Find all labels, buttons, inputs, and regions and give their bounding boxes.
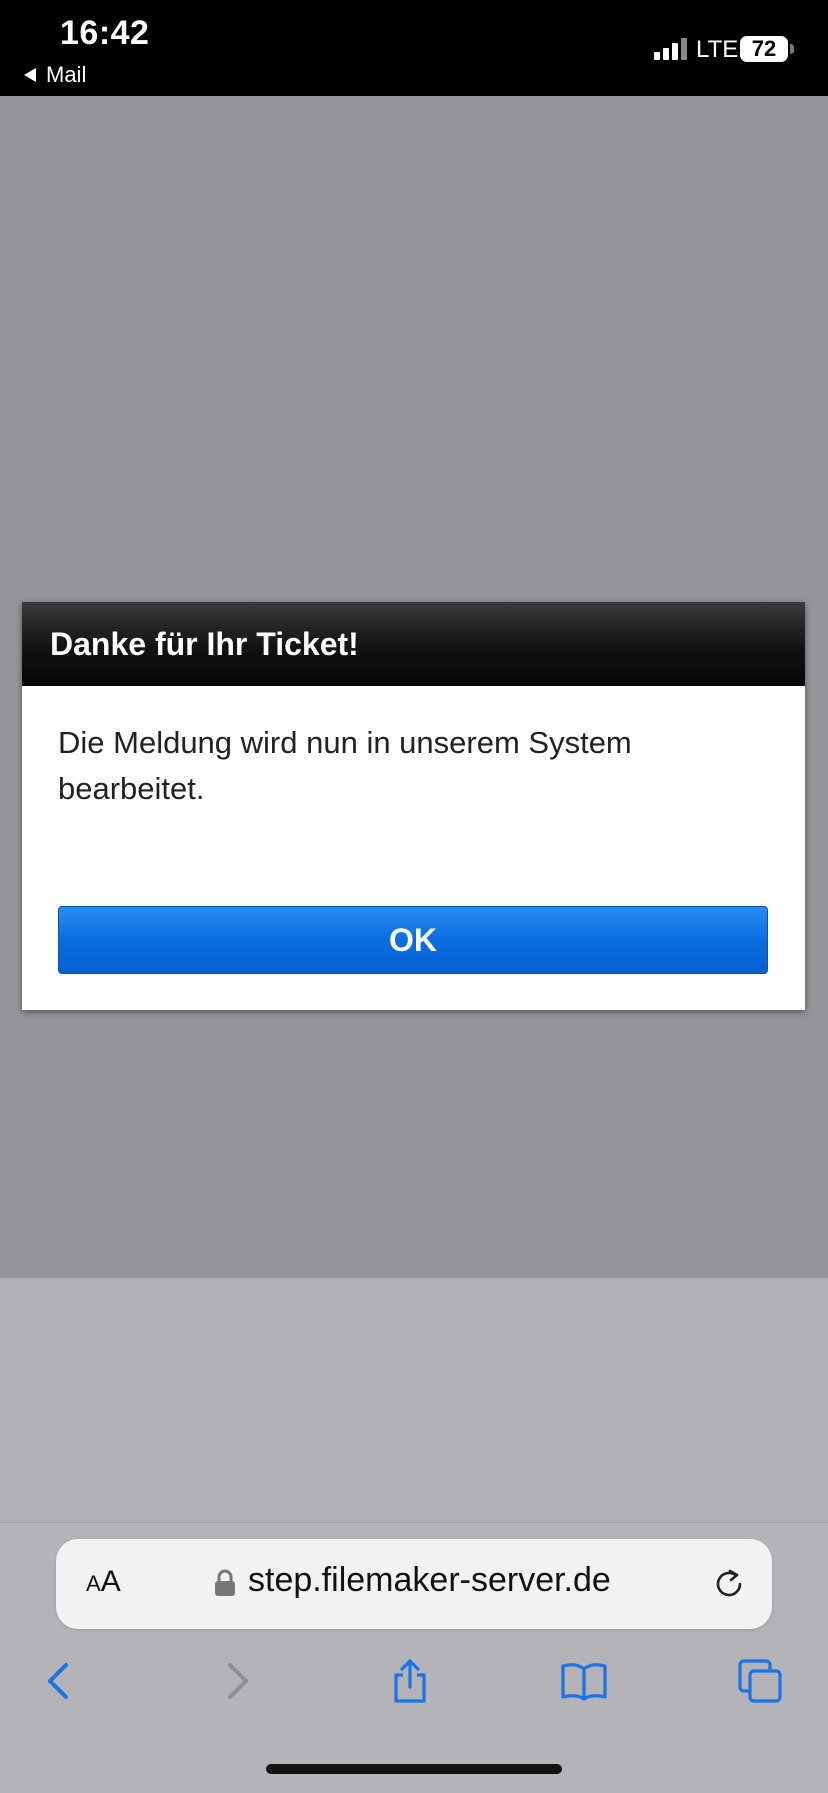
confirmation-dialog: Danke für Ihr Ticket! Die Meldung wird n… bbox=[22, 602, 805, 1010]
dialog-header: Danke für Ihr Ticket! bbox=[22, 602, 805, 686]
url-text[interactable]: step.filemaker-server.de bbox=[248, 1561, 611, 1600]
reader-options-button[interactable]: AA bbox=[86, 1565, 121, 1599]
signal-icon bbox=[654, 38, 688, 60]
tabs-icon[interactable] bbox=[736, 1657, 784, 1705]
lock-icon bbox=[215, 1569, 235, 1596]
ok-button[interactable]: OK bbox=[58, 906, 768, 974]
back-chevron-icon[interactable] bbox=[36, 1657, 84, 1705]
forward-chevron-icon[interactable] bbox=[212, 1657, 260, 1705]
battery-tip-icon bbox=[790, 44, 794, 54]
browser-toolbar: AA step.filemaker-server.de bbox=[0, 1522, 828, 1793]
dialog-title: Danke für Ihr Ticket! bbox=[50, 625, 359, 662]
web-content-overlay: Danke für Ihr Ticket! Die Meldung wird n… bbox=[0, 96, 828, 1278]
status-bar: 16:42 Mail LTE 72 bbox=[0, 0, 828, 96]
status-time: 16:42 bbox=[60, 14, 150, 52]
battery-level: 72 bbox=[740, 36, 788, 62]
back-triangle-icon bbox=[24, 68, 36, 82]
network-type: LTE bbox=[696, 36, 739, 63]
reload-icon[interactable] bbox=[710, 1565, 748, 1603]
home-indicator[interactable] bbox=[266, 1764, 562, 1774]
share-icon[interactable] bbox=[386, 1657, 434, 1705]
back-to-app[interactable]: Mail bbox=[24, 62, 86, 88]
address-bar[interactable]: AA step.filemaker-server.de bbox=[56, 1539, 772, 1629]
back-app-label: Mail bbox=[46, 62, 87, 87]
bookmarks-book-icon[interactable] bbox=[560, 1657, 608, 1705]
dialog-message: Die Meldung wird nun in unserem System b… bbox=[58, 725, 632, 806]
